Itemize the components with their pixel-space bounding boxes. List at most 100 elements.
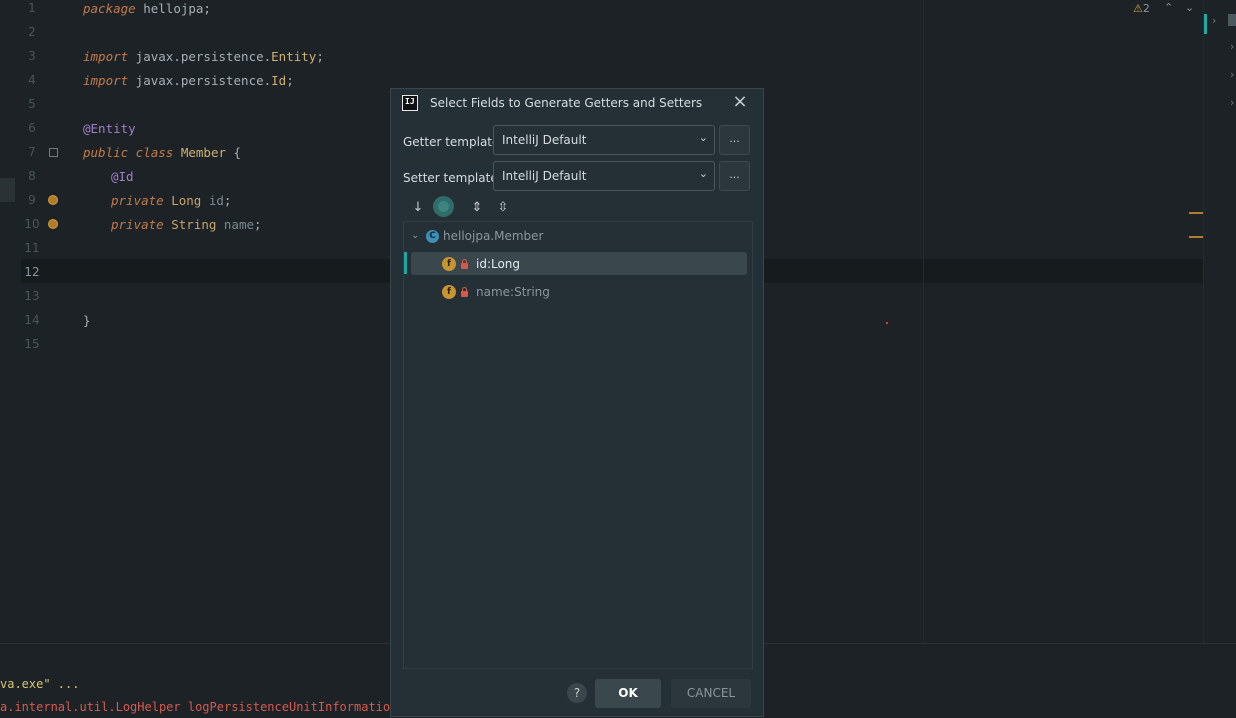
getter-template-more-button[interactable]: ... [719,125,750,155]
line-number: 6 [28,121,36,135]
code-text: { [226,145,242,160]
annotation: @Entity [83,121,136,136]
gutter-marker [0,178,15,202]
chevron-down-icon: ⌄ [698,131,708,144]
db-table-icon[interactable] [49,148,58,157]
warning-count: 2 [1142,2,1150,15]
warning-icon: ⚠ [1133,2,1143,15]
next-highlight-icon[interactable]: ⌄ [1185,1,1194,14]
code-text: } [83,313,91,328]
inspection-widget[interactable]: ⚠2 [1133,2,1150,15]
class-name: Member [173,145,226,160]
chevron-down-icon: ⌄ [698,167,708,180]
field-gutter-icon[interactable] [48,219,58,229]
right-toolbar: › › › › [1203,0,1236,643]
class-ref: Entity [271,49,317,64]
db-icon[interactable] [1228,14,1236,26]
identifier: name [216,217,255,232]
close-icon[interactable]: × [731,92,749,112]
private-lock-icon [461,287,468,297]
getter-template-select[interactable]: IntelliJ Default ⌄ [493,125,715,155]
line-number: 15 [24,337,40,351]
sort-alphabetically-icon[interactable]: ↓ [409,199,427,217]
setter-template-more-button[interactable]: ... [719,161,750,191]
tree-field-id[interactable]: id:Long [476,257,520,271]
annotation: @Id [111,169,134,184]
line-number: 14 [24,313,40,327]
keyword: package [83,1,136,16]
field-gutter-icon[interactable] [48,195,58,205]
field-icon: f [442,257,456,271]
previous-highlight-icon[interactable]: ⌃ [1164,1,1173,14]
scroll-marker[interactable] [1189,212,1203,214]
class-icon: C [426,230,439,243]
setter-template-select[interactable]: IntelliJ Default ⌄ [493,161,715,191]
line-number: 10 [24,217,40,231]
keyword: class [128,145,174,160]
chevron-right-icon[interactable]: › [1230,40,1234,53]
cancel-button[interactable]: CANCEL [671,679,751,708]
code-text: javax.persistence. [128,49,272,64]
selection-marker [404,252,407,274]
code-line-14: } [83,313,91,328]
private-lock-icon [461,259,468,269]
console-line: a.internal.util.LogHelper logPersistence… [0,700,398,714]
code-line-3: import javax.persistence.Entity; [83,49,324,64]
code-text: javax.persistence. [128,73,272,88]
active-tab-marker [1204,14,1207,34]
line-number: 12 [24,265,40,279]
expand-all-icon[interactable]: ⇕ [468,199,486,217]
code-line-9: private Long id; [111,193,231,208]
field-tree[interactable]: ⌄ C hellojpa.Member f id:Long f name:Str… [403,221,753,669]
class-filter-icon [438,201,449,212]
code-text: hellojpa; [135,1,211,16]
class-ref: Id [271,73,287,88]
line-number: 1 [28,1,36,15]
code-text: ; [316,49,324,64]
chevron-down-icon[interactable]: ⌄ [411,230,419,241]
setter-template-value: IntelliJ Default [502,169,587,183]
show-classes-toggle[interactable] [433,196,454,217]
line-number: 7 [28,145,36,159]
code-line-10: private String name; [111,217,262,232]
getter-template-value: IntelliJ Default [502,133,587,147]
line-gutter: 1 2 3 4 5 6 7 8 9 10 11 12 13 14 15 [0,0,72,643]
keyword: private [111,217,164,232]
type-name: Long [163,193,202,208]
keyword: private [111,193,164,208]
code-line-4: import javax.persistence.Id; [83,73,294,88]
error-dot [886,322,888,324]
help-button[interactable]: ? [567,683,587,703]
tree-field-name[interactable]: name:String [476,285,550,299]
code-text: ; [286,73,294,88]
chevron-right-icon[interactable]: › [1230,68,1234,81]
chevron-right-icon[interactable]: › [1212,14,1216,27]
getter-template-label: Getter template: [403,135,504,149]
right-margin-guide [923,0,924,643]
line-number: 5 [28,97,36,111]
identifier: id [201,193,224,208]
line-number: 11 [24,241,40,255]
code-line-6: @Entity [83,121,136,136]
collapse-all-icon[interactable]: ⇳ [494,199,512,217]
code-line-1: package hellojpa; [83,1,211,16]
keyword: import [83,73,129,88]
keyword: import [83,49,129,64]
line-number: 3 [28,49,36,63]
line-number: 2 [28,25,36,39]
code-text: ; [254,217,262,232]
field-icon: f [442,285,456,299]
chevron-right-icon[interactable]: › [1230,96,1234,109]
line-number: 4 [28,73,36,87]
code-text: ; [223,193,232,208]
scroll-marker[interactable] [1189,236,1203,238]
ok-button[interactable]: OK [595,679,661,708]
line-number: 9 [28,193,36,207]
code-line-7: public class Member { [83,145,241,160]
tree-class-node[interactable]: hellojpa.Member [443,229,543,243]
dialog-title: Select Fields to Generate Getters and Se… [430,96,703,110]
generate-getters-setters-dialog: IJ Select Fields to Generate Getters and… [390,88,764,717]
line-number: 8 [28,169,36,183]
type-name: String [163,217,217,232]
keyword: public [83,145,129,160]
